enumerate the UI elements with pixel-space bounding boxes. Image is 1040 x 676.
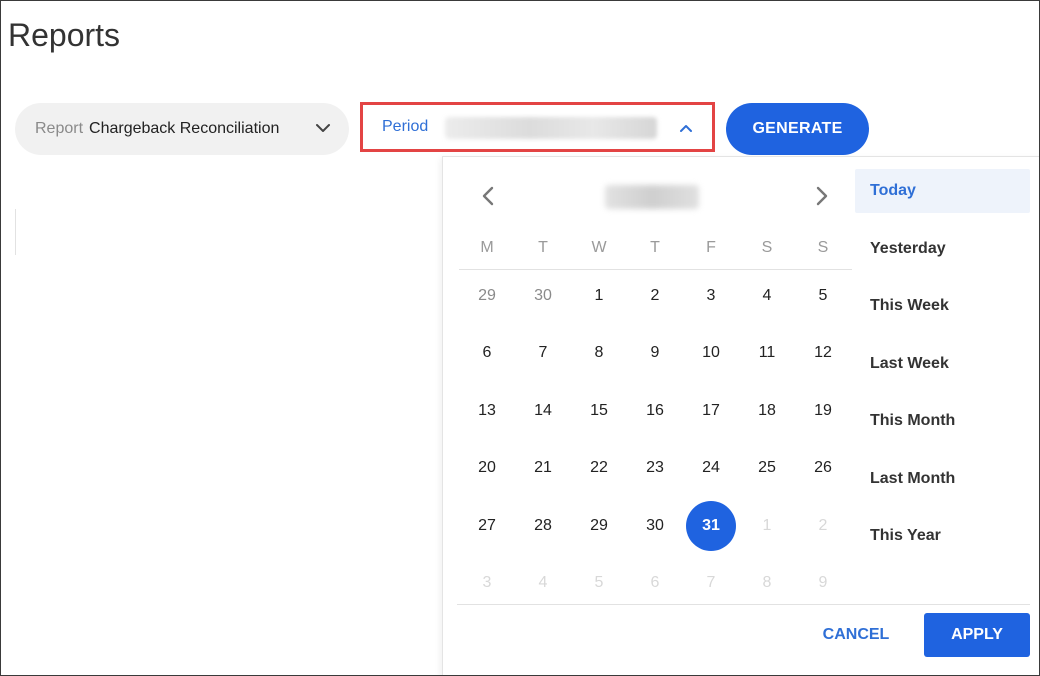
calendar-day: 4 — [538, 574, 548, 591]
panel-edge-line — [15, 209, 16, 255]
calendar-day[interactable]: 8 — [571, 338, 627, 368]
calendar-day: 8 — [762, 574, 772, 591]
preset-this-week[interactable]: This Week — [855, 284, 1030, 328]
chevron-right-icon[interactable] — [813, 185, 831, 207]
calendar-day[interactable]: 10 — [683, 338, 739, 368]
calendar-day: 7 — [706, 574, 716, 591]
calendar-day[interactable]: 9 — [627, 338, 683, 368]
calendar-day[interactable]: 29 — [571, 511, 627, 541]
chevron-down-icon — [316, 124, 330, 132]
calendar-day[interactable]: 15 — [571, 396, 627, 426]
page-title: Reports — [8, 17, 121, 53]
cancel-button[interactable]: CANCEL — [809, 613, 903, 657]
weekday-label: F — [706, 239, 716, 256]
calendar-day[interactable]: 18 — [739, 396, 795, 426]
calendar-day[interactable]: 16 — [627, 396, 683, 426]
preset-today[interactable]: Today — [855, 169, 1030, 213]
period-field[interactable]: Period — [360, 102, 715, 152]
preset-last-week[interactable]: Last Week — [855, 342, 1030, 386]
calendar-day[interactable]: 6 — [459, 338, 515, 368]
calendar-day: 6 — [650, 574, 660, 591]
calendar-day[interactable]: 12 — [795, 338, 851, 368]
calendar-day[interactable]: 25 — [739, 453, 795, 483]
calendar-month-redacted — [605, 185, 699, 209]
weekday-header: MTWTFSS — [459, 239, 851, 269]
calendar-divider — [459, 269, 852, 270]
report-select-label: Report — [35, 120, 84, 137]
calendar-day: 3 — [482, 574, 492, 591]
chevron-left-icon[interactable] — [479, 185, 497, 207]
calendar-day[interactable]: 30 — [515, 281, 571, 311]
weekday-label: M — [480, 239, 494, 256]
weekday-label: W — [591, 239, 607, 256]
calendar-day: 1 — [762, 516, 772, 534]
calendar-day[interactable]: 1 — [571, 281, 627, 311]
calendar-day-selected[interactable]: 31 — [686, 500, 736, 551]
calendar-day[interactable]: 7 — [515, 338, 571, 368]
footer-divider — [457, 604, 1030, 605]
calendar-day[interactable]: 5 — [795, 281, 851, 311]
preset-last-month[interactable]: Last Month — [855, 457, 1030, 501]
preset-this-month[interactable]: This Month — [855, 399, 1030, 443]
calendar-day[interactable]: 3 — [683, 281, 739, 311]
calendar-day[interactable]: 27 — [459, 511, 515, 541]
preset-yesterday[interactable]: Yesterday — [855, 227, 1030, 271]
calendar-day[interactable]: 21 — [515, 453, 571, 483]
calendar-day: 2 — [818, 516, 828, 534]
date-picker-dropdown: MTWTFSS 29 30 1 2 3 4 5 6 7 8 9 10 11 12 13 14 15 16 17 18 1… — [442, 156, 1039, 675]
calendar-day: 5 — [594, 574, 604, 591]
calendar-day: 9 — [818, 574, 828, 591]
weekday-label: S — [761, 239, 773, 256]
calendar-day[interactable]: 2 — [627, 281, 683, 311]
calendar-day[interactable]: 20 — [459, 453, 515, 483]
calendar-day[interactable]: 28 — [515, 511, 571, 541]
calendar-day[interactable]: 14 — [515, 396, 571, 426]
calendar-day[interactable]: 23 — [627, 453, 683, 483]
calendar-day[interactable]: 19 — [795, 396, 851, 426]
calendar-day[interactable]: 11 — [739, 338, 795, 368]
calendar-day[interactable]: 4 — [739, 281, 795, 311]
weekday-label: T — [538, 239, 548, 256]
calendar-day[interactable]: 30 — [627, 511, 683, 541]
apply-button[interactable]: APPLY — [924, 613, 1030, 657]
report-select-value: Chargeback Reconciliation — [89, 120, 280, 137]
period-label: Period — [382, 118, 429, 135]
app-frame: Reports Report Chargeback Reconciliation… — [0, 0, 1040, 676]
calendar-day[interactable]: 29 — [459, 281, 515, 311]
calendar-day[interactable]: 22 — [571, 453, 627, 483]
weekday-label: T — [650, 239, 660, 256]
calendar-day[interactable]: 17 — [683, 396, 739, 426]
calendar-day[interactable]: 24 — [683, 453, 739, 483]
chevron-up-icon — [680, 125, 692, 132]
generate-button[interactable]: GENERATE — [726, 103, 869, 155]
calendar-day[interactable]: 26 — [795, 453, 851, 483]
weekday-label: S — [817, 239, 829, 256]
period-value-redacted — [445, 117, 657, 139]
report-select[interactable]: Report Chargeback Reconciliation — [15, 103, 349, 155]
calendar-day[interactable]: 13 — [459, 396, 515, 426]
preset-this-year[interactable]: This Year — [855, 514, 1030, 558]
